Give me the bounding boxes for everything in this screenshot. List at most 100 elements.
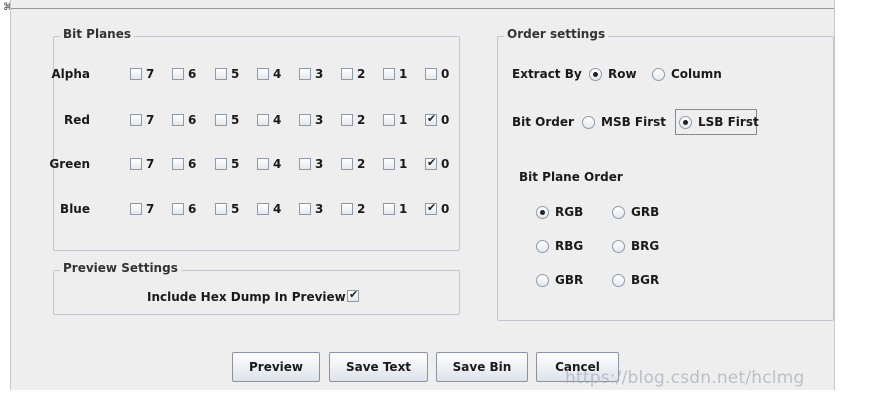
order-gbr-label: GBR [555,273,584,287]
bit-plane-checkbox[interactable] [130,203,142,215]
bit-plane-number: 1 [399,113,408,127]
bit-plane-number: 6 [188,113,197,127]
check-icon: ✔ [427,112,437,125]
bit-plane-checkbox[interactable] [172,114,184,126]
bit-plane-checkbox[interactable] [383,114,395,126]
order-bgr-label: BGR [631,273,660,287]
preview-settings-title: Preview Settings [60,261,181,275]
extract-column-label: Column [671,67,722,81]
order-rbg-label: RBG [555,239,584,253]
bit-plane-row-label: Green [49,157,90,171]
bit-plane-number: 6 [188,157,197,171]
bit-plane-checkbox[interactable] [341,203,353,215]
order-bgr-radio[interactable] [612,274,625,287]
bit-plane-checkbox[interactable] [172,68,184,80]
check-icon: ✔ [349,288,359,301]
bit-plane-number: 4 [273,113,282,127]
watermark-text: https://blog.csdn.net/hclmg [565,368,805,388]
lsb-first-label: LSB First [698,115,759,129]
order-rbg-radio[interactable] [536,240,549,253]
hex-dump-label: Include Hex Dump In Preview [147,290,346,304]
bit-planes-group: Bit Planes Alpha 7 6 5 4 3 2 1 0 Red 7 6 5 4 3 2 1 ✔ 0 Gree… [49,27,460,251]
bit-plane-checkbox[interactable] [215,114,227,126]
bit-plane-checkbox[interactable] [257,114,269,126]
bit-plane-checkbox[interactable] [130,114,142,126]
order-rgb-label: RGB [555,205,584,219]
bit-plane-checkbox[interactable] [257,158,269,170]
bit-plane-number: 4 [273,67,282,81]
bit-plane-number: 3 [315,157,324,171]
bit-plane-number: 7 [146,67,155,81]
bit-plane-checkbox[interactable] [172,158,184,170]
preview-button[interactable]: Preview [232,352,320,382]
bit-plane-number: 3 [315,113,324,127]
order-brg-label: BRG [631,239,660,253]
bit-plane-number: 7 [146,202,155,216]
check-icon: ✔ [427,156,437,169]
bit-plane-number: 6 [188,67,197,81]
save-text-button[interactable]: Save Text [329,352,428,382]
preview-settings-group: Preview Settings Include Hex Dump In Pre… [53,261,460,315]
bit-plane-number: 0 [441,202,450,216]
bit-plane-number: 5 [231,113,240,127]
bit-plane-checkbox[interactable] [299,203,311,215]
bit-planes-title: Bit Planes [60,27,135,41]
msb-first-radio[interactable] [582,116,595,129]
bit-plane-checkbox[interactable] [299,114,311,126]
bit-plane-row-label: Red [64,113,90,127]
bit-plane-checkbox[interactable] [299,158,311,170]
bit-plane-checkbox[interactable] [215,203,227,215]
bit-plane-number: 5 [231,67,240,81]
msb-first-label: MSB First [601,115,667,129]
bit-plane-checkbox[interactable]: ✔ [425,201,437,215]
bit-plane-checkbox[interactable] [130,158,142,170]
bit-plane-checkbox[interactable] [130,68,142,80]
save-bin-button[interactable]: Save Bin [436,352,528,382]
bit-plane-checkbox[interactable]: ✔ [425,112,437,126]
order-rgb-radio[interactable] [536,206,549,219]
bit-plane-checkbox[interactable] [257,203,269,215]
bit-plane-checkbox[interactable] [383,158,395,170]
bit-plane-checkbox[interactable] [299,68,311,80]
bit-plane-number: 2 [357,157,366,171]
check-icon: ✔ [427,201,437,214]
extract-row-label: Row [608,67,637,81]
bit-plane-number: 1 [399,157,408,171]
bit-plane-checkbox[interactable] [425,68,437,80]
bit-plane-number: 6 [188,202,197,216]
extract-by-label: Extract By [512,67,582,81]
bit-plane-checkbox[interactable] [341,114,353,126]
order-grb-radio[interactable] [612,206,625,219]
bit-plane-number: 7 [146,157,155,171]
order-gbr-radio[interactable] [536,274,549,287]
bit-plane-checkbox[interactable] [341,158,353,170]
order-brg-radio[interactable] [612,240,625,253]
extract-row-radio[interactable] [589,68,602,81]
bit-plane-checkbox[interactable] [172,203,184,215]
bit-plane-checkbox[interactable] [341,68,353,80]
hex-dump-checkbox[interactable]: ✔ [347,288,359,302]
bit-plane-number: 2 [357,67,366,81]
bit-plane-checkbox[interactable] [215,68,227,80]
bit-plane-number: 0 [441,67,450,81]
bit-plane-checkbox[interactable] [257,68,269,80]
bit-order-label: Bit Order [512,115,574,129]
bit-plane-number: 3 [315,67,324,81]
lsb-first-radio[interactable] [679,116,692,129]
order-settings-title: Order settings [504,27,609,41]
bit-plane-number: 5 [231,202,240,216]
bit-plane-number: 5 [231,157,240,171]
dialog-frame: Bit Planes Alpha 7 6 5 4 3 2 1 0 Red 7 6 5 4 3 2 1 ✔ 0 Gree… [10,0,835,390]
order-settings-group: Order settings Extract By Row Column Bit… [497,27,834,321]
bit-plane-number: 4 [273,202,282,216]
bit-plane-number: 0 [441,157,450,171]
bit-plane-checkbox[interactable] [383,203,395,215]
bit-plane-number: 3 [315,202,324,216]
bit-plane-checkbox[interactable] [383,68,395,80]
bit-plane-checkbox[interactable]: ✔ [425,156,437,170]
bit-plane-number: 1 [399,67,408,81]
bit-plane-row-label: Alpha [51,67,90,81]
extract-column-radio[interactable] [652,68,665,81]
bit-plane-checkbox[interactable] [215,158,227,170]
bit-plane-number: 4 [273,157,282,171]
